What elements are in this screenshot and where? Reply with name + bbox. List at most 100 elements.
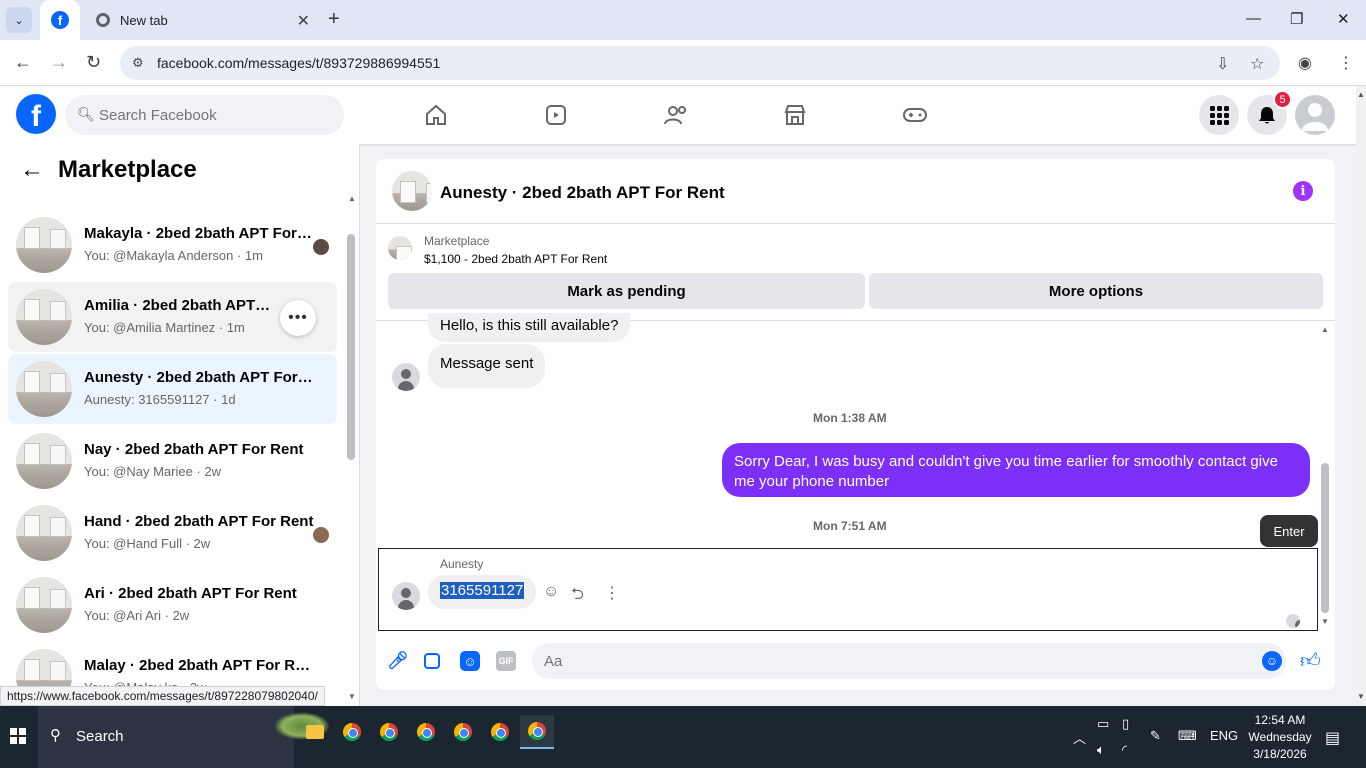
conversation-name: Aunesty · 2bed 2bath APT For Rent (84, 369, 314, 386)
windows-taskbar: ⚲ Search ︿ ▭ ▯ 🔈︎ ◜ ✎ ⌨ ENG 12:54 AM Wed… (0, 706, 1366, 768)
forward-button[interactable]: → (50, 52, 68, 73)
volume-muted-icon[interactable]: 🔈︎ (1097, 742, 1105, 758)
chat-scroll-down-icon[interactable]: ▼ (1321, 617, 1329, 626)
reload-button[interactable]: ↻ (86, 52, 101, 73)
page-scroll-down-icon[interactable]: ▼ (1357, 692, 1365, 701)
listing-thumbnail (16, 433, 72, 489)
install-app-icon[interactable]: ⇩ (1216, 54, 1229, 74)
minimize-button[interactable]: — (1246, 10, 1261, 27)
message-input[interactable] (544, 643, 1224, 679)
tab-facebook[interactable]: f (40, 0, 80, 40)
taskbar-search-label: Search (76, 728, 124, 745)
page-scroll-up-icon[interactable]: ▲ (1357, 90, 1365, 99)
listing-thumbnail (16, 577, 72, 633)
message-bubble-selected[interactable]: 3165591127 (428, 575, 537, 609)
site-info-icon[interactable]: ⚙ (132, 55, 144, 71)
sender-name: Aunesty (440, 557, 484, 571)
conversation-item[interactable]: Ari · 2bed 2bath APT For Rent You: @Ari … (8, 570, 337, 640)
facebook-logo-icon[interactable]: f (16, 94, 56, 134)
sticker-icon[interactable]: ☺ (460, 651, 480, 671)
chrome-taskbar-icon[interactable] (409, 715, 443, 749)
conversation-item[interactable]: Amilia · 2bed 2bath APT For Rent You: @A… (8, 282, 337, 352)
chat-listing-thumbnail[interactable] (392, 171, 432, 211)
message-bubble-incoming[interactable]: Hello, is this still available? (428, 313, 631, 342)
conversation-item[interactable]: Hand · 2bed 2bath APT For Rent You: @Han… (8, 498, 337, 568)
more-options-icon[interactable]: ••• (280, 300, 316, 336)
reply-icon[interactable]: ⮌ (571, 583, 584, 610)
clock[interactable]: 12:54 AM Wednesday 3/18/2026 (1240, 712, 1320, 763)
back-arrow-icon[interactable]: ← (20, 156, 44, 184)
photo-icon[interactable] (424, 653, 440, 669)
chat-scrollbar[interactable] (1321, 463, 1329, 613)
chrome-taskbar-icon[interactable] (372, 715, 406, 749)
chat-scroll-up-icon[interactable]: ▲ (1321, 325, 1329, 334)
file-explorer-icon[interactable] (298, 715, 332, 749)
back-button[interactable]: ← (14, 52, 32, 73)
menu-grid-button[interactable] (1199, 95, 1239, 135)
message-bubble-outgoing[interactable]: Sorry Dear, I was busy and couldn't give… (722, 443, 1310, 497)
close-window-button[interactable]: ✕ (1337, 10, 1350, 28)
tab-close-icon[interactable]: ✕ (297, 11, 310, 31)
wifi-icon[interactable]: ◜ (1122, 742, 1127, 758)
thumbs-up-icon[interactable]: 👍︎ (1300, 649, 1321, 673)
home-icon[interactable] (423, 102, 449, 128)
browser-tab-bar: ⌄ f New tab ✕ + — ❐ ✕ (0, 0, 1366, 40)
selected-text[interactable]: 3165591127 (440, 582, 525, 599)
pen-icon[interactable]: ✎ (1150, 728, 1161, 744)
tooltip: Enter (1260, 515, 1318, 547)
battery-icon[interactable]: ▭ (1097, 716, 1109, 732)
conversation-preview: Aunesty: 3165591127 · 1d (84, 392, 236, 407)
tray-chevron-icon[interactable]: ︿ (1073, 728, 1086, 747)
listing-title[interactable]: $1,100 - 2bed 2bath APT For Rent (424, 252, 607, 266)
message-input-wrapper[interactable] (532, 643, 1286, 679)
marketplace-sidebar: ← Marketplace Makayla · 2bed 2bath APT F… (0, 144, 360, 706)
profile-icon[interactable]: ◉ (1298, 53, 1312, 73)
chrome-taskbar-icon[interactable] (483, 715, 517, 749)
chrome-taskbar-icon[interactable] (446, 715, 480, 749)
emoji-icon[interactable]: ☺ (1262, 651, 1282, 671)
search-input[interactable] (99, 95, 329, 135)
chrome-taskbar-icon[interactable] (335, 715, 369, 749)
conversation-item[interactable]: Nay · 2bed 2bath APT For Rent You: @Nay … (8, 426, 337, 496)
tab-new-tab[interactable]: New tab ✕ (86, 0, 318, 40)
mark-pending-button[interactable]: Mark as pending (388, 273, 865, 309)
account-avatar[interactable] (1295, 95, 1335, 135)
gaming-icon[interactable] (902, 102, 928, 128)
message-bubble-incoming[interactable]: Message sent (428, 344, 546, 388)
bookmark-star-icon[interactable]: ☆ (1250, 54, 1264, 74)
scroll-up-arrow-icon[interactable]: ▲ (348, 194, 356, 203)
chrome-taskbar-icon-active[interactable] (520, 715, 554, 749)
more-options-button[interactable]: More options (869, 273, 1323, 309)
gif-icon[interactable]: GIF (496, 651, 516, 671)
video-icon[interactable] (543, 102, 569, 128)
info-icon[interactable]: i (1293, 181, 1313, 201)
conversation-item-selected[interactable]: Aunesty · 2bed 2bath APT For Rent Aunest… (8, 354, 337, 424)
address-bar[interactable]: ⚙ facebook.com/messages/t/89372988699455… (120, 46, 1280, 80)
taskbar-search[interactable]: ⚲ Search (38, 706, 330, 768)
page-scrollbar[interactable]: ▲ ▼ (1356, 86, 1366, 706)
listing-mini-thumbnail (388, 236, 412, 260)
marketplace-icon[interactable] (782, 102, 808, 128)
more-actions-icon[interactable]: ⋮ (604, 583, 620, 603)
search-icon: 🔍︎ (77, 106, 95, 122)
scroll-down-arrow-icon[interactable]: ▼ (348, 692, 356, 701)
url-text[interactable]: facebook.com/messages/t/893729886994551 (157, 55, 440, 71)
microphone-icon[interactable]: 🎤︎ (387, 651, 409, 671)
facebook-search[interactable]: 🔍︎ (65, 95, 344, 135)
conversation-item[interactable]: Makayla · 2bed 2bath APT For Rent You: @… (8, 210, 337, 280)
new-tab-button[interactable]: + (328, 8, 340, 31)
keyboard-icon[interactable]: ⌨ (1178, 728, 1197, 744)
device-icon[interactable]: ▯ (1122, 716, 1129, 732)
chat-title[interactable]: Aunesty · 2bed 2bath APT For Rent (440, 183, 725, 203)
react-emoji-icon[interactable]: ☺ (543, 583, 559, 601)
language-indicator[interactable]: ENG (1210, 728, 1238, 743)
sidebar-scrollbar[interactable] (347, 234, 355, 460)
restore-button[interactable]: ❐ (1290, 10, 1303, 28)
bell-icon (1259, 107, 1275, 124)
friends-icon[interactable] (663, 102, 689, 128)
windows-start-icon[interactable] (10, 728, 26, 744)
browser-menu-icon[interactable]: ⋮ (1338, 53, 1354, 73)
tab-search-dropdown[interactable]: ⌄ (6, 7, 32, 33)
notification-center-icon[interactable]: ▤ (1325, 728, 1340, 748)
conversation-name: Ari · 2bed 2bath APT For Rent (84, 585, 297, 602)
